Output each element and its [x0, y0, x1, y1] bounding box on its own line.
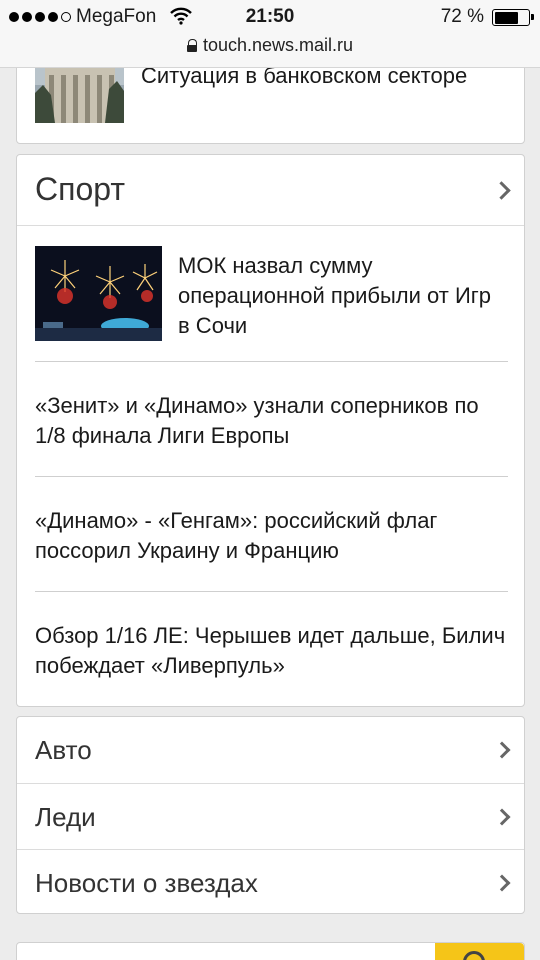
chevron-right-icon	[492, 181, 511, 200]
address-bar[interactable]: touch.news.mail.ru	[0, 35, 540, 56]
battery-icon	[492, 9, 534, 26]
sport-header-label: Спорт	[35, 171, 125, 207]
category-ladies[interactable]: Леди	[17, 783, 524, 849]
news-item[interactable]: «Зенит» и «Динамо» узнали соперников по …	[35, 361, 508, 475]
sport-header[interactable]: Спорт	[17, 155, 524, 226]
battery-percent: 72 %	[440, 6, 484, 27]
search-button[interactable]	[435, 943, 524, 960]
chevron-right-icon	[493, 874, 511, 892]
sport-section: Спорт МОК назвал сумму операционной приб…	[16, 154, 525, 707]
featured-news-title: МОК назвал сумму операционной прибыли от…	[178, 253, 492, 338]
news-item-title: «Динамо» - «Генгам»: российский флаг пос…	[35, 508, 438, 563]
featured-news-item[interactable]: МОК назвал сумму операционной прибыли от…	[35, 246, 508, 342]
url-text: touch.news.mail.ru	[202, 35, 354, 55]
category-label: Леди	[35, 802, 96, 832]
lock-icon	[186, 39, 198, 52]
search-bar	[16, 942, 525, 960]
category-list: Авто Леди Новости о звездах	[16, 716, 525, 914]
search-icon	[463, 951, 485, 960]
news-item-title: «Зенит» и «Динамо» узнали соперников по …	[35, 393, 479, 448]
fireworks-thumbnail	[35, 246, 162, 341]
category-label: Авто	[35, 735, 92, 765]
category-label: Новости о звездах	[35, 868, 258, 898]
status-bar: MegaFon 21:50 72 % touch.news.mail.ru	[0, 0, 540, 68]
category-celebrity-news[interactable]: Новости о звездах	[17, 849, 524, 915]
category-auto[interactable]: Авто	[17, 717, 524, 783]
chevron-right-icon	[493, 808, 511, 826]
chevron-right-icon	[493, 741, 511, 759]
search-input[interactable]	[17, 943, 435, 960]
news-item[interactable]: Обзор 1/16 ЛЕ: Черышев идет дальше, Били…	[35, 591, 508, 706]
news-item[interactable]: «Динамо» - «Генгам»: российский флаг пос…	[35, 476, 508, 590]
news-item-title: Обзор 1/16 ЛЕ: Черышев идет дальше, Били…	[35, 623, 506, 678]
